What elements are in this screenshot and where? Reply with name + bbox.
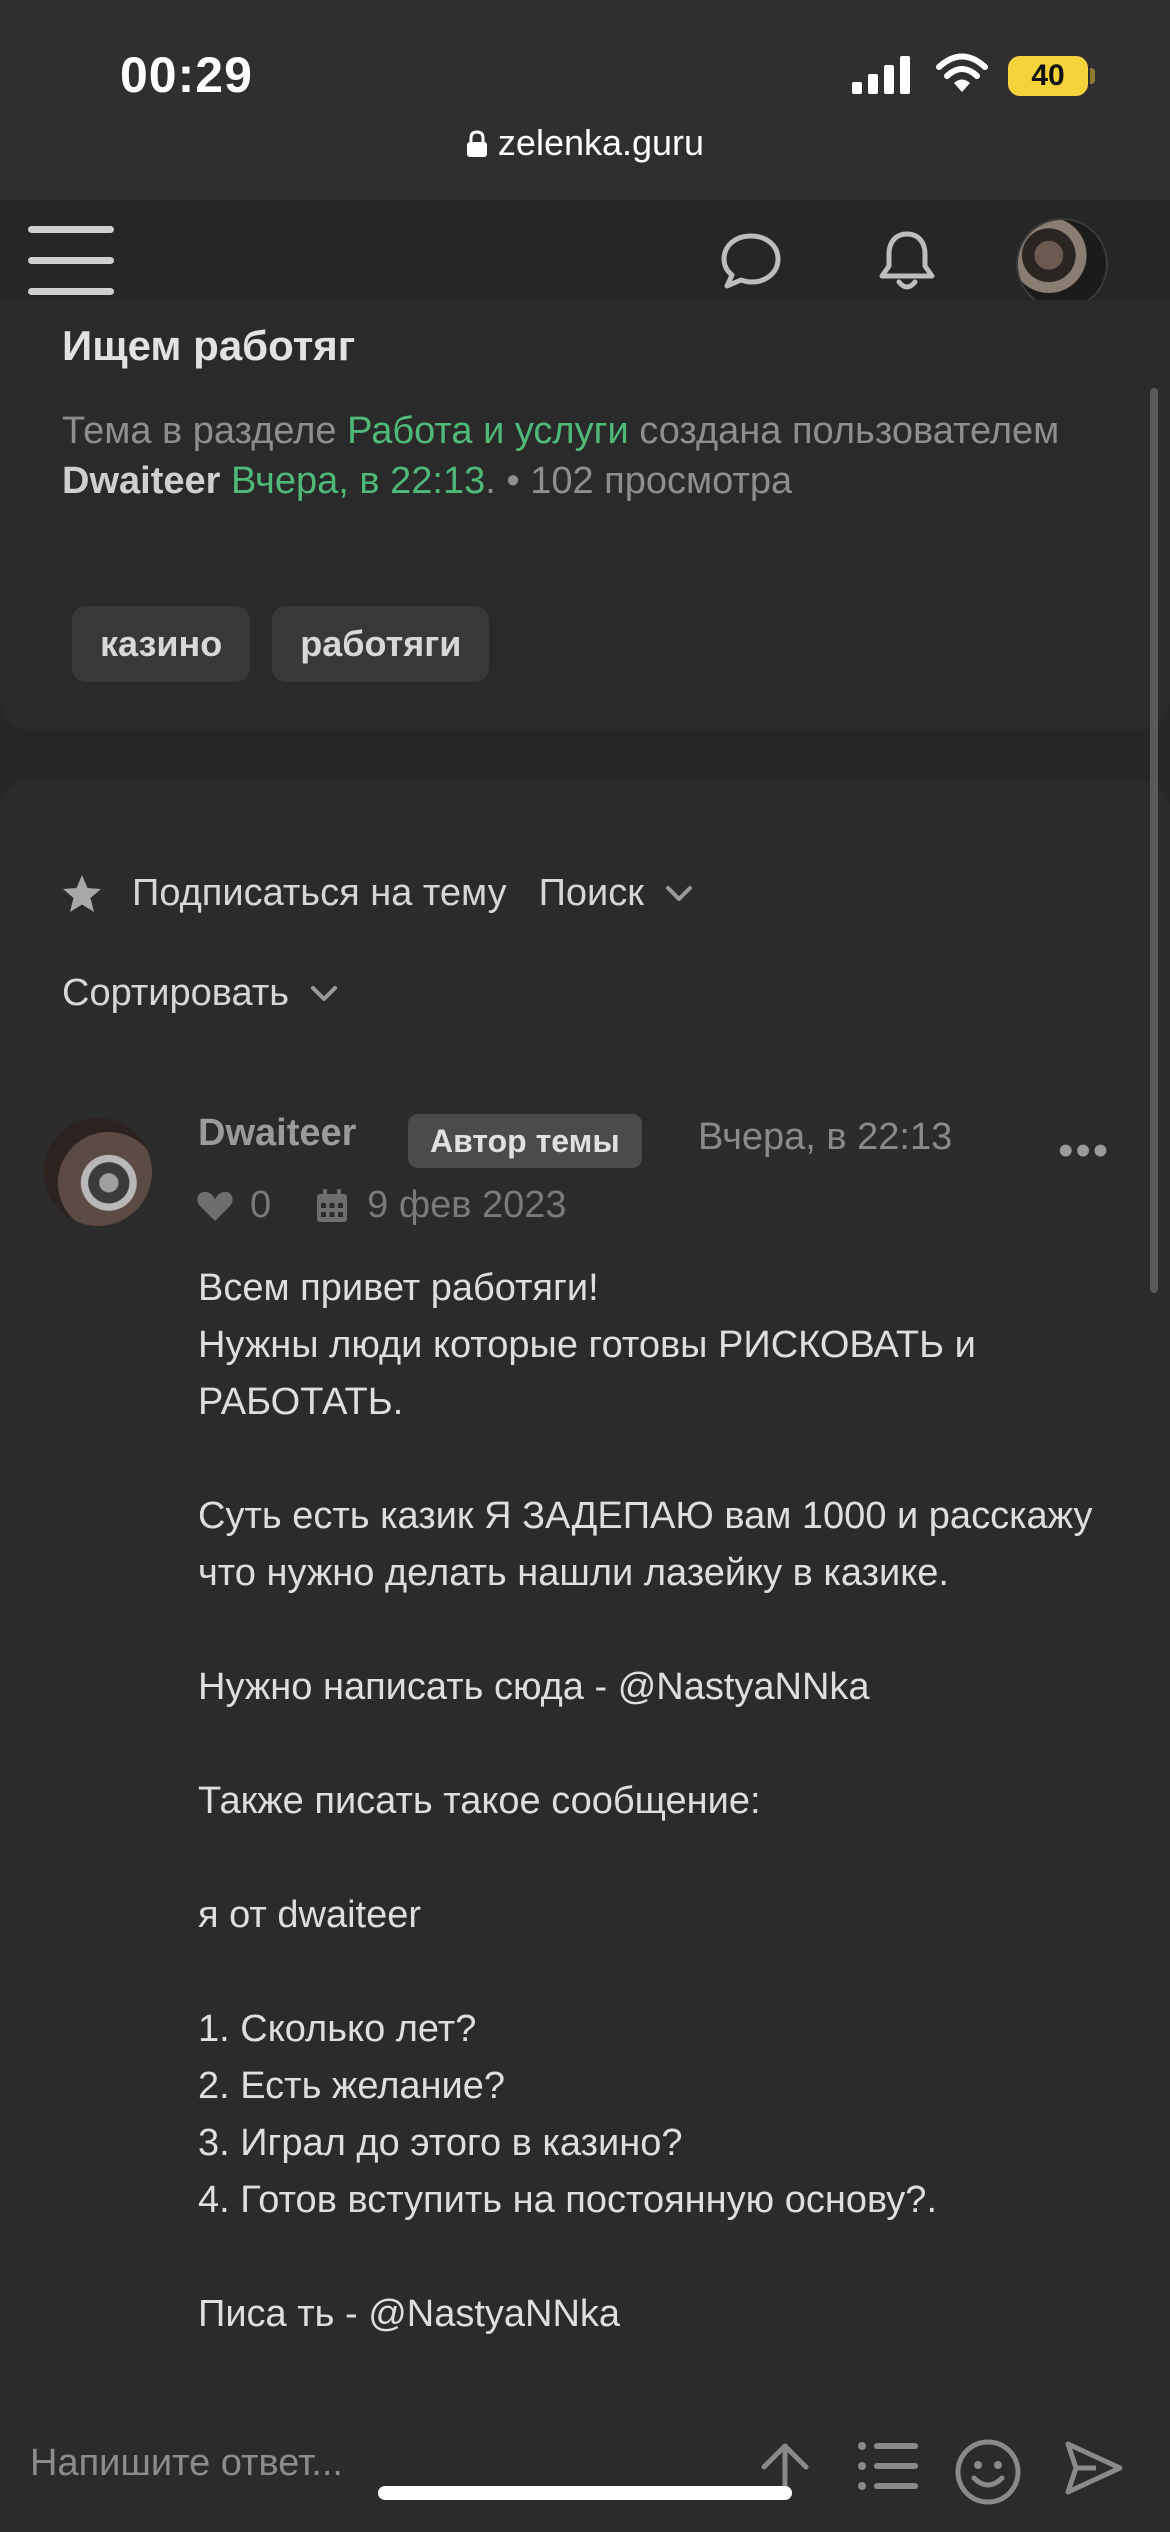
post-line (198, 1602, 1098, 1659)
section-link[interactable]: Работа и услуги (347, 410, 629, 452)
list-icon[interactable] (856, 2438, 920, 2494)
post-line: я от dwaiteer (198, 1894, 422, 1936)
post-stats: 0 9 фев 2023 (196, 1184, 567, 1227)
search-dropdown[interactable]: Поиск (539, 872, 644, 915)
post-line: Всем привет работяги! (198, 1267, 599, 1309)
tag-workers[interactable]: работяги (272, 606, 490, 682)
post-line (198, 2229, 1098, 2286)
meta-dot: . • (485, 460, 520, 502)
wifi-icon (936, 53, 988, 92)
sort-control[interactable]: Сортировать (62, 972, 339, 1015)
post-author-name[interactable]: Dwaiteer (198, 1112, 356, 1155)
registration-date: 9 фев 2023 (367, 1184, 567, 1226)
sort-label[interactable]: Сортировать (62, 972, 289, 1015)
post-line: 4. Готов вступить на постоянную основу?. (198, 2179, 937, 2221)
post-body: Всем привет работяги! Нужны люди которые… (198, 1260, 1098, 2343)
post-line: 1. Сколько лет? (198, 2008, 477, 2050)
url-bar[interactable]: zelenka.guru (0, 122, 1170, 164)
meta-prefix: Тема в разделе (62, 410, 337, 452)
reply-input[interactable]: Напишите ответ... (30, 2442, 343, 2485)
post-author-avatar[interactable] (44, 1118, 152, 1226)
thread-author-link[interactable]: Dwaiteer (62, 460, 220, 502)
thread-header-card: Ищем работяг Тема в разделе Работа и усл… (0, 300, 1170, 730)
subscribe-link[interactable]: Подписаться на тему (132, 872, 507, 915)
post-line: Нужны люди которые готовы РИСКОВАТЬ и РА… (198, 1324, 976, 1423)
thread-content-card: Подписаться на тему Поиск Сортировать Dw… (0, 780, 1170, 2480)
status-bar: 00:29 40 zelenka.guru (0, 0, 1170, 200)
post-line: Писа ть - @NastyaNNka (198, 2293, 621, 2335)
calendar-icon (317, 1188, 348, 1222)
reply-bar: Напишите ответ... (0, 2420, 1170, 2532)
post-line: 2. Есть желание? (198, 2065, 506, 2107)
chat-bubble-icon[interactable] (720, 232, 782, 290)
chevron-down-icon[interactable] (664, 884, 694, 904)
author-badge: Автор темы (408, 1114, 642, 1168)
url-text: zelenka.guru (497, 122, 705, 163)
thread-meta: Тема в разделе Работа и услуги создана п… (62, 406, 1102, 506)
cellular-signal-icon (852, 56, 910, 94)
chevron-down-icon[interactable] (309, 984, 339, 1004)
thread-title: Ищем работяг (62, 322, 356, 369)
post-line (198, 1716, 1098, 1773)
post-line (198, 1830, 1098, 1887)
post-line: Также писать такое сообщение: (198, 1780, 761, 1822)
thread-actions: Подписаться на тему Поиск (60, 872, 694, 915)
send-icon[interactable] (1064, 2438, 1124, 2498)
likes-count: 0 (250, 1184, 272, 1226)
bell-icon[interactable] (876, 228, 938, 294)
more-options-icon[interactable]: ••• (1058, 1126, 1110, 1176)
battery-tip (1090, 68, 1095, 84)
home-indicator (378, 2486, 792, 2500)
thread-date-link[interactable]: Вчера, в 22:13 (231, 460, 485, 502)
battery-level: 40 (1008, 56, 1088, 96)
meta-mid: создана пользователем (639, 410, 1060, 452)
star-icon[interactable] (60, 873, 104, 915)
post-line: 3. Играл до этого в казино? (198, 2122, 683, 2164)
heart-icon (197, 1191, 233, 1221)
emoji-icon[interactable] (954, 2438, 1022, 2506)
post-line (198, 1944, 1098, 2001)
hamburger-icon[interactable] (28, 226, 114, 296)
user-avatar[interactable] (1016, 218, 1108, 310)
status-time: 00:29 (120, 47, 253, 103)
post-line (198, 1431, 1098, 1488)
post-line: Нужно написать сюда - @NastyaNNka (198, 1666, 870, 1708)
lock-icon (466, 130, 487, 157)
thread-views: 102 просмотра (530, 460, 793, 502)
tag-casino[interactable]: казино (72, 606, 251, 682)
tag-list: казино работяги (72, 606, 490, 682)
post-line: Суть есть казик Я ЗАДЕПАЮ вам 1000 и рас… (198, 1495, 1093, 1594)
post-time[interactable]: Вчера, в 22:13 (698, 1116, 952, 1159)
scrollbar[interactable] (1150, 388, 1158, 1293)
